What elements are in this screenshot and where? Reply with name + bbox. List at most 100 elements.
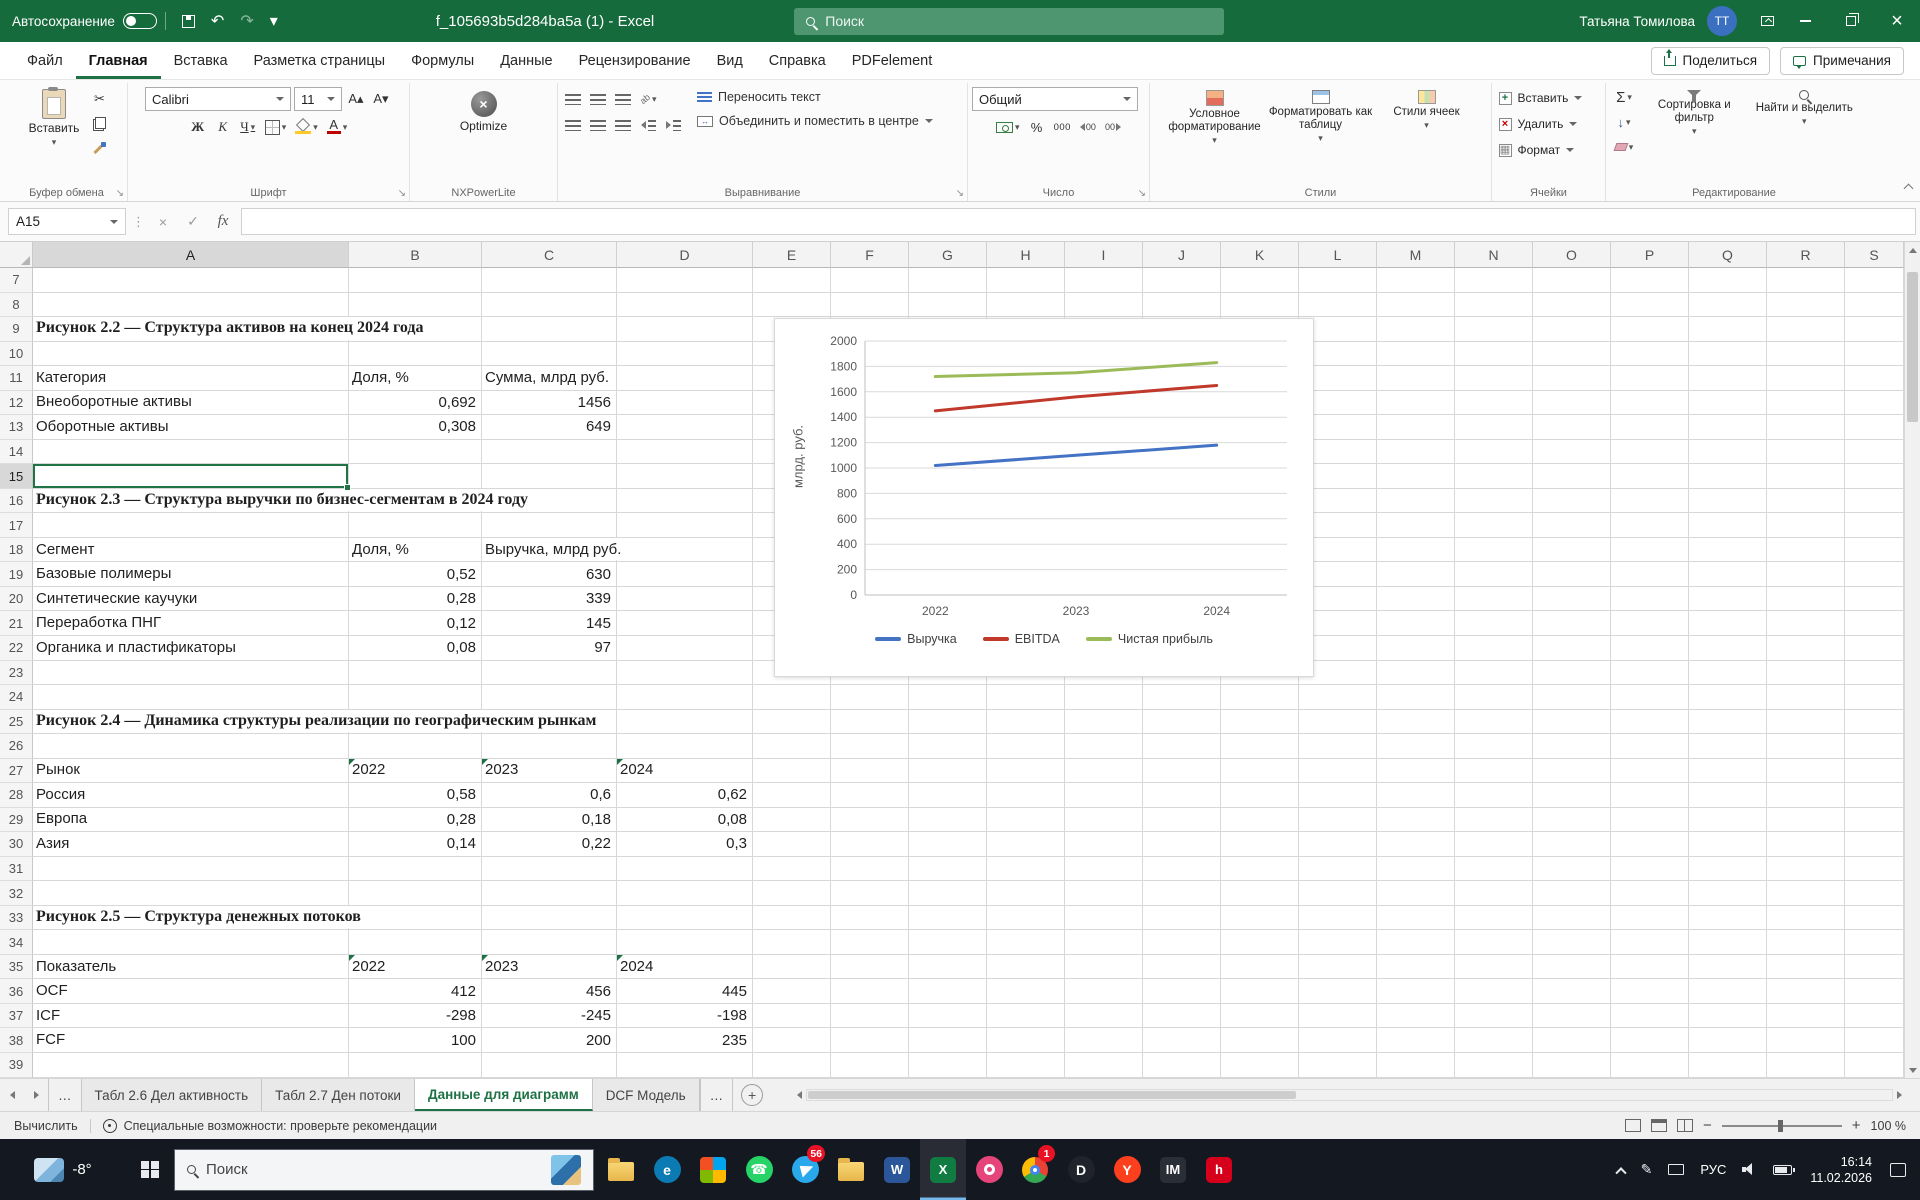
cell-S22[interactable] bbox=[1845, 636, 1904, 661]
cell-C34[interactable] bbox=[482, 930, 617, 955]
cell-P34[interactable] bbox=[1611, 930, 1689, 955]
cell-A36[interactable]: OCF bbox=[33, 979, 349, 1004]
column-header-D[interactable]: D bbox=[617, 242, 753, 268]
cell-F8[interactable] bbox=[831, 293, 909, 318]
decrease-indent-button[interactable] bbox=[637, 113, 659, 137]
cell-K29[interactable] bbox=[1221, 808, 1299, 833]
cell-R12[interactable] bbox=[1767, 391, 1845, 416]
cell-O31[interactable] bbox=[1533, 857, 1611, 882]
cell-C12[interactable]: 1456 bbox=[482, 391, 617, 416]
cell-N32[interactable] bbox=[1455, 881, 1533, 906]
cell-P26[interactable] bbox=[1611, 734, 1689, 759]
autosave-toggle[interactable]: Автосохранение bbox=[12, 13, 157, 29]
cell-D11[interactable] bbox=[617, 366, 753, 391]
cell-K34[interactable] bbox=[1221, 930, 1299, 955]
cell-D20[interactable] bbox=[617, 587, 753, 612]
row-header-36[interactable]: 36 bbox=[0, 979, 33, 1004]
cell-N30[interactable] bbox=[1455, 832, 1533, 857]
cell-D15[interactable] bbox=[617, 464, 753, 489]
cell-I39[interactable] bbox=[1065, 1053, 1143, 1078]
dark-app-taskbar-icon[interactable]: D bbox=[1058, 1139, 1104, 1200]
column-header-Q[interactable]: Q bbox=[1689, 242, 1767, 268]
cell-O36[interactable] bbox=[1533, 979, 1611, 1004]
cell-L34[interactable] bbox=[1299, 930, 1377, 955]
cell-N25[interactable] bbox=[1455, 710, 1533, 735]
vertical-scroll-thumb[interactable] bbox=[1907, 272, 1918, 422]
user-name[interactable]: Татьяна Томилова bbox=[1579, 14, 1695, 29]
row-header-30[interactable]: 30 bbox=[0, 832, 33, 857]
cell-C15[interactable] bbox=[482, 464, 617, 489]
cell-R23[interactable] bbox=[1767, 661, 1845, 686]
cell-C8[interactable] bbox=[482, 293, 617, 318]
sheet-tab[interactable]: Табл 2.7 Ден потоки bbox=[262, 1079, 415, 1111]
cell-C14[interactable] bbox=[482, 440, 617, 465]
align-right-button[interactable] bbox=[612, 113, 634, 137]
horizontal-scroll-thumb[interactable] bbox=[808, 1091, 1296, 1099]
cell-N18[interactable] bbox=[1455, 538, 1533, 563]
cell-P18[interactable] bbox=[1611, 538, 1689, 563]
cell-B24[interactable] bbox=[349, 685, 482, 710]
column-header-O[interactable]: O bbox=[1533, 242, 1611, 268]
cell-C24[interactable] bbox=[482, 685, 617, 710]
cell-M24[interactable] bbox=[1377, 685, 1455, 710]
cell-K38[interactable] bbox=[1221, 1028, 1299, 1053]
cell-H30[interactable] bbox=[987, 832, 1065, 857]
cell-I29[interactable] bbox=[1065, 808, 1143, 833]
cell-R36[interactable] bbox=[1767, 979, 1845, 1004]
cell-S36[interactable] bbox=[1845, 979, 1904, 1004]
cell-H31[interactable] bbox=[987, 857, 1065, 882]
cell-E36[interactable] bbox=[753, 979, 831, 1004]
cell-L27[interactable] bbox=[1299, 759, 1377, 784]
cell-B35[interactable]: 2022 bbox=[349, 955, 482, 980]
cell-P8[interactable] bbox=[1611, 293, 1689, 318]
cell-S31[interactable] bbox=[1845, 857, 1904, 882]
cell-H25[interactable] bbox=[987, 710, 1065, 735]
cell-P35[interactable] bbox=[1611, 955, 1689, 980]
decrease-font-size-button[interactable]: А▾ bbox=[370, 87, 392, 111]
cell-L29[interactable] bbox=[1299, 808, 1377, 833]
cell-B27[interactable]: 2022 bbox=[349, 759, 482, 784]
cell-K39[interactable] bbox=[1221, 1053, 1299, 1078]
cell-F24[interactable] bbox=[831, 685, 909, 710]
row-header-18[interactable]: 18 bbox=[0, 538, 33, 563]
cell-P13[interactable] bbox=[1611, 415, 1689, 440]
cell-P20[interactable] bbox=[1611, 587, 1689, 612]
cell-O29[interactable] bbox=[1533, 808, 1611, 833]
ribbon-tab[interactable]: Рецензирование bbox=[566, 42, 704, 79]
cell-B12[interactable]: 0,692 bbox=[349, 391, 482, 416]
new-sheet-button[interactable]: + bbox=[741, 1084, 763, 1106]
cell-O35[interactable] bbox=[1533, 955, 1611, 980]
cell-K26[interactable] bbox=[1221, 734, 1299, 759]
cell-O24[interactable] bbox=[1533, 685, 1611, 710]
cell-Q7[interactable] bbox=[1689, 268, 1767, 293]
cell-F30[interactable] bbox=[831, 832, 909, 857]
cell-C38[interactable]: 200 bbox=[482, 1028, 617, 1053]
cell-Q31[interactable] bbox=[1689, 857, 1767, 882]
cell-D12[interactable] bbox=[617, 391, 753, 416]
cell-P38[interactable] bbox=[1611, 1028, 1689, 1053]
format-cells-button[interactable]: ▦Формат bbox=[1497, 137, 1601, 163]
cell-N38[interactable] bbox=[1455, 1028, 1533, 1053]
cell-A29[interactable]: Европа bbox=[33, 808, 349, 833]
ribbon-display-options-button[interactable] bbox=[1753, 14, 1782, 28]
cell-H7[interactable] bbox=[987, 268, 1065, 293]
cell-O38[interactable] bbox=[1533, 1028, 1611, 1053]
restore-button[interactable] bbox=[1828, 0, 1874, 42]
row-header-37[interactable]: 37 bbox=[0, 1004, 33, 1029]
align-bottom-button[interactable] bbox=[612, 87, 634, 111]
cell-R18[interactable] bbox=[1767, 538, 1845, 563]
cell-D22[interactable] bbox=[617, 636, 753, 661]
whatsapp-taskbar-icon[interactable]: ☎ bbox=[736, 1139, 782, 1200]
cell-D25[interactable] bbox=[617, 710, 753, 735]
column-header-J[interactable]: J bbox=[1143, 242, 1221, 268]
cell-N12[interactable] bbox=[1455, 391, 1533, 416]
format-as-table-button[interactable]: Форматировать как таблицу ▾ bbox=[1268, 85, 1374, 145]
edge-browser-taskbar-icon[interactable]: e bbox=[644, 1139, 690, 1200]
cell-B39[interactable] bbox=[349, 1053, 482, 1078]
cell-P32[interactable] bbox=[1611, 881, 1689, 906]
cell-H26[interactable] bbox=[987, 734, 1065, 759]
cell-O19[interactable] bbox=[1533, 562, 1611, 587]
decrease-decimal-button[interactable]: 00 bbox=[1102, 115, 1124, 139]
clear-button[interactable]: ▾ bbox=[1612, 135, 1637, 159]
cell-D28[interactable]: 0,62 bbox=[617, 783, 753, 808]
